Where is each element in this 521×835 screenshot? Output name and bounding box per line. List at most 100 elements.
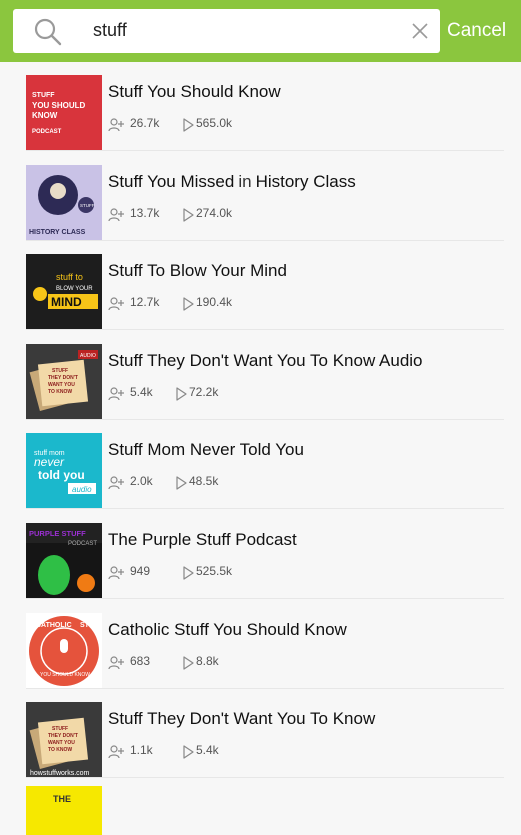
- podcast-stats: 5.4k 72.2k: [108, 385, 408, 403]
- partial-podcast-artwork[interactable]: THE: [26, 786, 102, 835]
- podcast-title[interactable]: Stuff To Blow Your Mind: [108, 261, 287, 281]
- clear-search-icon[interactable]: [411, 22, 429, 40]
- subscribers-icon: [108, 207, 124, 221]
- podcast-stats: 26.7k 565.0k: [108, 116, 408, 134]
- podcast-result-row[interactable]: STUFF THEY DON'T WANT YOU TO KNOW howstuffwo…: [0, 689, 521, 779]
- play-count: 8.8k: [196, 653, 219, 668]
- svg-text:PURPLE STUFF: PURPLE STUFF: [29, 529, 86, 538]
- svg-text:PODCAST: PODCAST: [32, 129, 62, 135]
- search-field[interactable]: stuff: [13, 9, 440, 53]
- podcast-stats: 13.7k 274.0k: [108, 206, 408, 224]
- subscriber-count: 5.4k: [130, 384, 153, 399]
- svg-text:told you: told you: [38, 468, 85, 482]
- svg-text:WANT YOU: WANT YOU: [48, 740, 75, 746]
- play-count-icon: [176, 387, 187, 401]
- play-count-icon: [183, 655, 194, 670]
- row-divider: [26, 777, 504, 779]
- svg-text:BLOW YOUR: BLOW YOUR: [56, 286, 93, 292]
- subscribers-icon: [108, 745, 124, 759]
- subscribers-icon: [108, 297, 124, 311]
- svg-text:YOU SHOULD: YOU SHOULD: [32, 101, 86, 110]
- podcast-artwork[interactable]: STUFF THEY DON'T WANT YOU TO KNOW howstuffwo…: [26, 702, 102, 779]
- subscriber-count: 683: [130, 653, 151, 668]
- play-count-icon: [176, 476, 187, 490]
- svg-text:never: never: [34, 455, 65, 469]
- podcast-artwork[interactable]: CATHOLIC STUFF YOU SHOULD KNOW: [26, 612, 102, 689]
- play-count: 525.5k: [196, 564, 233, 578]
- play-count-icon: [183, 207, 194, 222]
- search-input[interactable]: stuff: [93, 20, 127, 41]
- svg-text:THEY DON'T: THEY DON'T: [48, 375, 78, 381]
- svg-text:howstuffworks.com: howstuffworks.com: [30, 770, 90, 777]
- podcast-title[interactable]: Stuff They Don't Want You To Know Audio: [108, 351, 423, 371]
- svg-text:YOU SHOULD KNOW: YOU SHOULD KNOW: [40, 672, 90, 678]
- subscriber-count: 1.1k: [130, 743, 153, 758]
- svg-text:MIND: MIND: [51, 295, 82, 309]
- podcast-title[interactable]: The Purple Stuff Podcast: [108, 530, 297, 550]
- podcast-stats: 2.0k 48.5k: [108, 474, 408, 492]
- svg-text:STUFF: STUFF: [52, 726, 68, 732]
- podcast-result-row[interactable]: stuff mom never told you audio Stuff Mom Nev…: [0, 420, 521, 510]
- podcast-artwork[interactable]: STUFF HISTORY CLASS: [26, 164, 102, 241]
- subscriber-count: 949: [130, 564, 151, 578]
- podcast-stats: 1.1k 5.4k: [108, 743, 408, 761]
- svg-text:WANT YOU: WANT YOU: [48, 382, 75, 388]
- podcast-title[interactable]: Stuff You Should Know: [108, 82, 281, 102]
- play-count-icon: [183, 118, 194, 132]
- play-count: 72.2k: [189, 384, 219, 399]
- play-count-icon: [183, 297, 194, 311]
- podcast-result-row[interactable]: STUFF THEY DON'T WANT YOU TO KNOW AUDIO Stuff…: [0, 331, 521, 420]
- play-count: 190.4k: [196, 295, 233, 310]
- cancel-button[interactable]: Cancel: [447, 20, 506, 42]
- podcast-stats: 12.7k 190.4k: [108, 295, 408, 313]
- svg-text:STUFF: STUFF: [32, 92, 55, 99]
- podcast-title-part: Stuff You Missed: [108, 171, 235, 191]
- play-count: 274.0k: [196, 205, 233, 220]
- svg-text:STUFF: STUFF: [52, 368, 68, 374]
- podcast-result-row[interactable]: STUFF HISTORY CLASS Stuff You Missed in Hist…: [0, 152, 521, 241]
- podcast-title-connector: in: [238, 171, 252, 191]
- svg-text:STUFF: STUFF: [80, 203, 95, 208]
- podcast-artwork[interactable]: stuff mom never told you audio: [26, 433, 102, 510]
- svg-text:HISTORY CLASS: HISTORY CLASS: [29, 229, 86, 236]
- subscribers-icon: [108, 655, 124, 669]
- search-header: stuff Cancel: [0, 0, 521, 62]
- svg-text:audio: audio: [72, 485, 92, 494]
- podcast-artwork[interactable]: PURPLE STUFF PODCAST: [26, 523, 102, 599]
- subscribers-icon: [108, 118, 124, 132]
- subscriber-count: 2.0k: [130, 474, 153, 489]
- svg-text:KNOW: KNOW: [32, 111, 58, 120]
- podcast-result-row[interactable]: PURPLE STUFF PODCAST The Purple Stuff Podc…: [0, 510, 521, 599]
- podcast-stats: 683 8.8k: [108, 654, 408, 672]
- podcast-result-row[interactable]: STUFF YOU SHOULD KNOW PODCAST Stuff You Shou…: [0, 62, 521, 151]
- play-count-icon: [183, 745, 194, 759]
- podcast-title[interactable]: Stuff You Missed in History Class: [108, 172, 356, 192]
- play-count: 565.0k: [196, 116, 233, 130]
- podcast-result-row[interactable]: stuff to BLOW YOUR MIND Stuff To Blow Your …: [0, 241, 521, 331]
- podcast-title[interactable]: Stuff Mom Never Told You: [108, 440, 304, 460]
- podcast-artwork[interactable]: STUFF YOU SHOULD KNOW PODCAST: [26, 75, 102, 151]
- svg-text:THEY DON'T: THEY DON'T: [48, 733, 78, 739]
- podcast-result-row[interactable]: CATHOLIC STUFF YOU SHOULD KNOW Catholic Stu…: [0, 600, 521, 689]
- partial-artwork-text: THE: [53, 794, 71, 804]
- podcast-title[interactable]: Stuff They Don't Want You To Know: [108, 709, 375, 729]
- podcast-title-part: History Class: [255, 171, 356, 191]
- podcast-artwork[interactable]: stuff to BLOW YOUR MIND: [26, 254, 102, 331]
- subscribers-icon: [108, 476, 124, 490]
- svg-text:CATHOLIC: CATHOLIC: [36, 622, 72, 629]
- play-count: 5.4k: [196, 743, 219, 758]
- svg-text:PODCAST: PODCAST: [68, 541, 97, 547]
- subscriber-count: 12.7k: [130, 295, 160, 310]
- subscriber-count: 26.7k: [130, 116, 160, 130]
- svg-text:stuff to: stuff to: [56, 272, 83, 282]
- podcast-title[interactable]: Catholic Stuff You Should Know: [108, 620, 347, 640]
- svg-text:STUFF: STUFF: [80, 622, 102, 629]
- play-count-icon: [183, 566, 194, 580]
- svg-text:AUDIO: AUDIO: [80, 353, 96, 359]
- play-count: 48.5k: [189, 474, 219, 489]
- subscriber-count: 13.7k: [130, 205, 160, 220]
- subscribers-icon: [108, 566, 124, 580]
- subscribers-icon: [108, 387, 124, 400]
- svg-text:TO KNOW: TO KNOW: [48, 389, 72, 395]
- podcast-artwork[interactable]: STUFF THEY DON'T WANT YOU TO KNOW AUDIO: [26, 343, 102, 420]
